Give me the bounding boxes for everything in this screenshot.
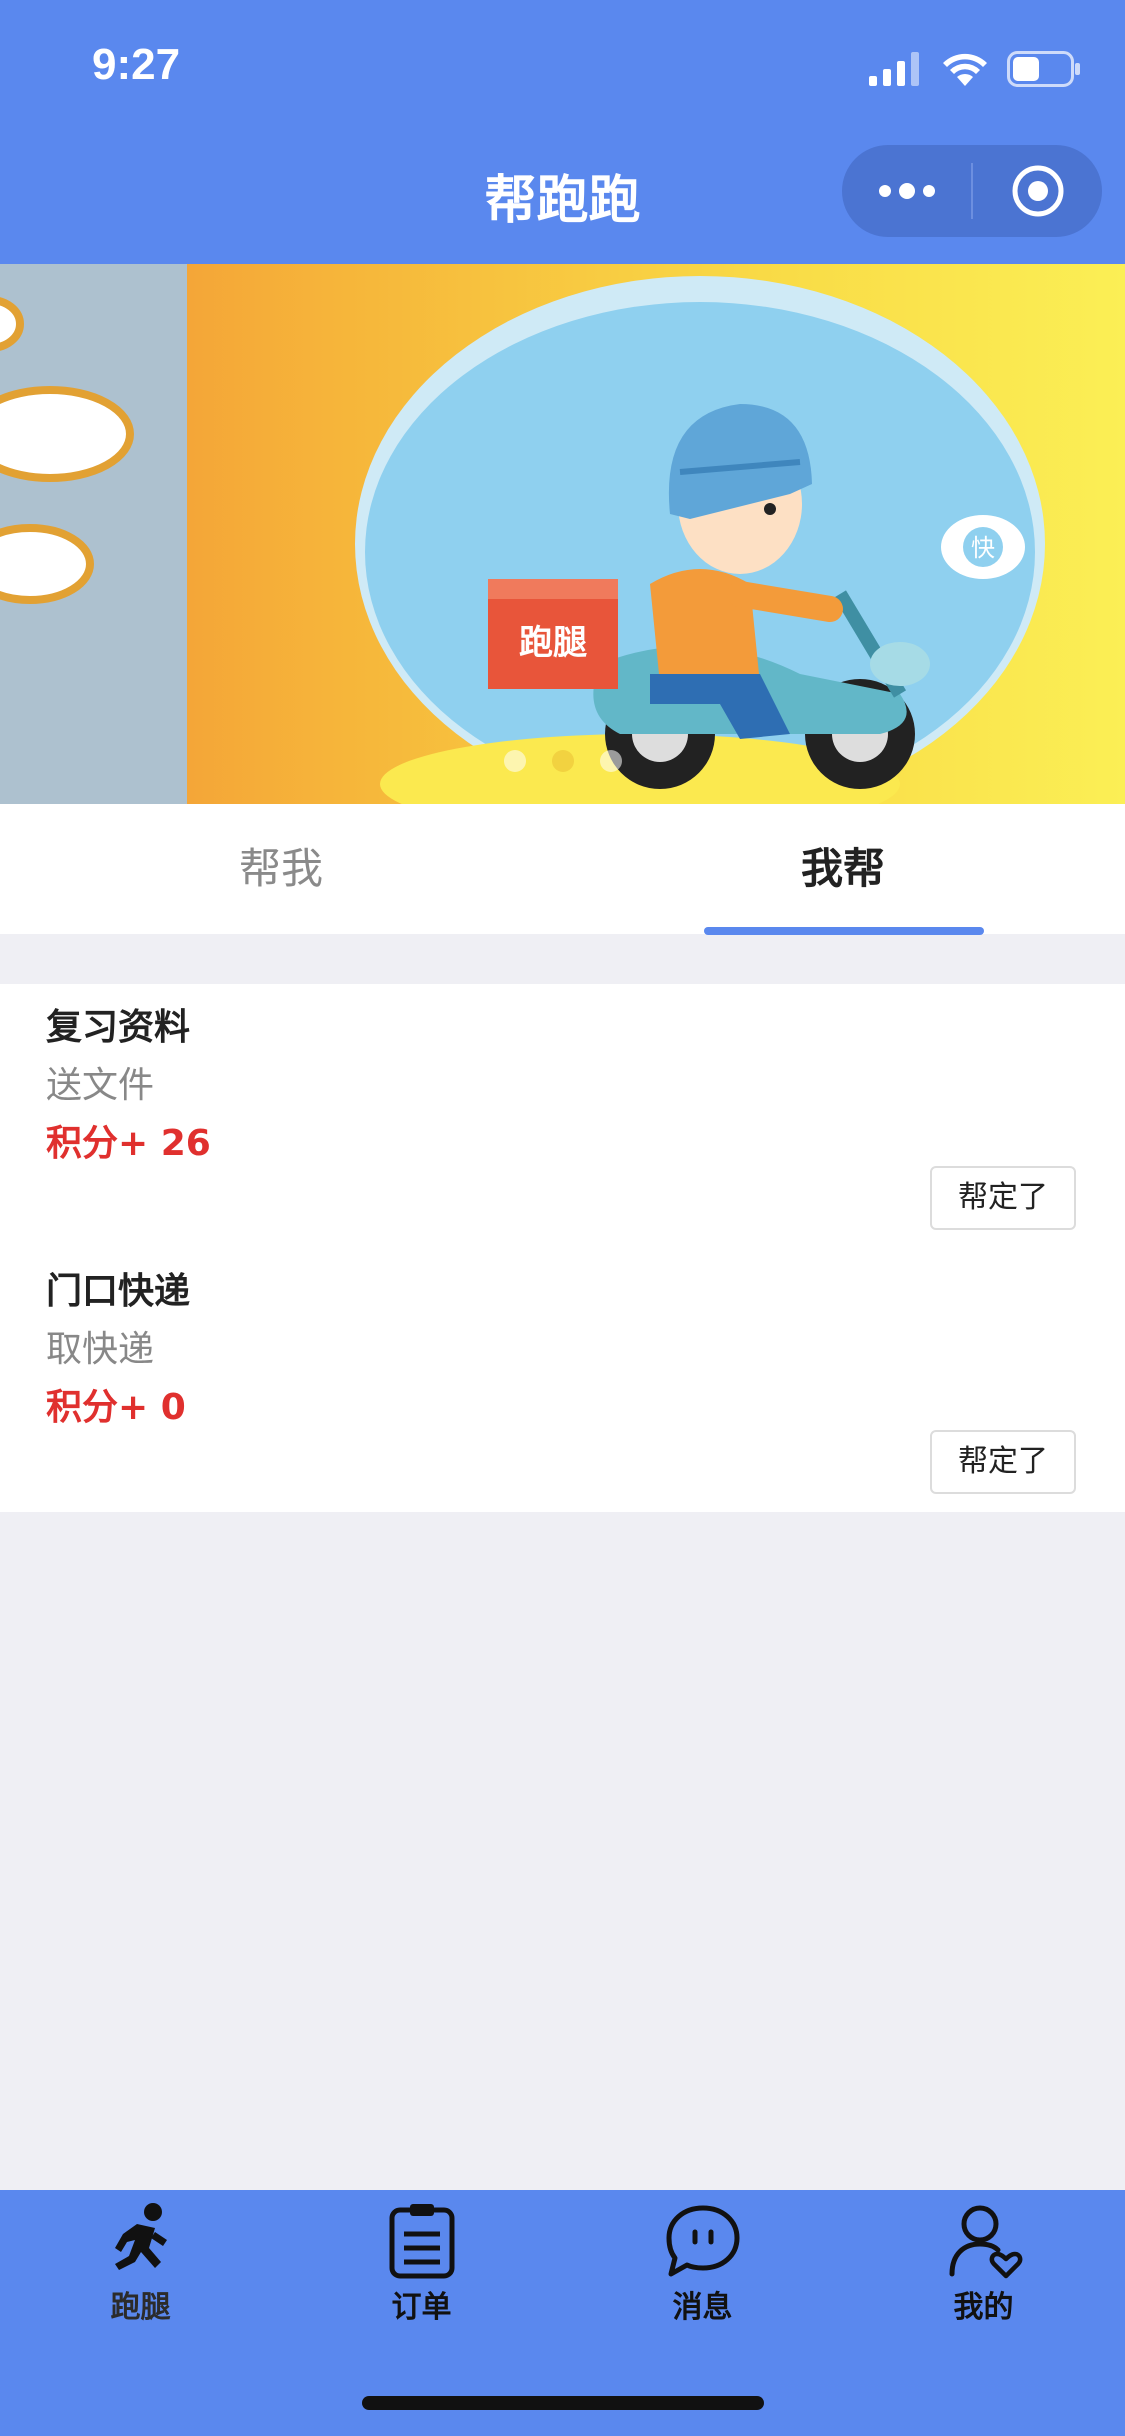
bubble-label: 快 bbox=[971, 534, 995, 562]
tabbar-label: 订单 bbox=[391, 2290, 452, 2325]
more-dots-icon bbox=[878, 183, 935, 199]
close-program-button[interactable] bbox=[973, 145, 1102, 237]
accept-order-button[interactable]: 帮定了 bbox=[930, 1430, 1076, 1494]
status-time: 9:27 bbox=[92, 40, 181, 89]
tabbar-item-messages[interactable]: 消息 bbox=[562, 2200, 843, 2330]
status-icons bbox=[869, 44, 1081, 94]
runner-icon bbox=[114, 2203, 167, 2270]
carousel-dot-active[interactable] bbox=[551, 750, 574, 772]
banner-carousel[interactable]: 跑腿 快 bbox=[0, 264, 1125, 804]
tab-help-me[interactable]: 帮我 bbox=[0, 804, 562, 934]
tab-i-help[interactable]: 我帮 bbox=[562, 804, 1124, 934]
list-item: 复习资料 送文件 积分+ 26 帮定了 bbox=[0, 984, 1125, 1248]
order-points: 积分+ 0 bbox=[46, 1387, 186, 1428]
chat-bubble-icon bbox=[666, 2205, 739, 2277]
order-title: 复习资料 bbox=[46, 1007, 191, 1048]
segment-tabs: 帮我 我帮 bbox=[0, 804, 1125, 935]
active-tab-indicator bbox=[704, 927, 984, 935]
user-heart-icon bbox=[949, 2205, 1022, 2279]
order-type: 送文件 bbox=[46, 1065, 155, 1106]
more-menu-button[interactable] bbox=[842, 145, 971, 237]
carousel-dots bbox=[0, 750, 1125, 772]
tabbar-label: 我的 bbox=[953, 2290, 1014, 2325]
tabbar-item-profile[interactable]: 我的 bbox=[843, 2200, 1124, 2330]
carousel-dot[interactable] bbox=[599, 750, 622, 772]
order-title: 门口快递 bbox=[46, 1271, 191, 1312]
cellular-signal-icon bbox=[869, 52, 919, 86]
order-points: 积分+ 26 bbox=[46, 1123, 211, 1164]
tabbar-label: 跑腿 bbox=[110, 2290, 171, 2325]
carousel-dot[interactable] bbox=[503, 750, 526, 772]
order-type: 取快递 bbox=[46, 1329, 155, 1370]
tabbar-item-orders[interactable]: 订单 bbox=[281, 2200, 562, 2330]
order-list: 复习资料 送文件 积分+ 26 帮定了 门口快递 取快递 积分+ 0 帮定了 bbox=[0, 984, 1125, 1512]
mini-program-capsule bbox=[842, 145, 1102, 237]
accept-order-button[interactable]: 帮定了 bbox=[930, 1166, 1076, 1230]
tabbar-label: 消息 bbox=[672, 2290, 733, 2325]
list-item: 门口快递 取快递 积分+ 0 帮定了 bbox=[0, 1248, 1125, 1512]
tabbar-item-errand[interactable]: 跑腿 bbox=[0, 2200, 281, 2330]
box-label: 跑腿 bbox=[519, 623, 587, 663]
battery-icon bbox=[1007, 51, 1080, 87]
clipboard-icon bbox=[389, 2204, 454, 2279]
header: 9:27 帮跑跑 bbox=[0, 0, 1125, 264]
delivery-rider-illustration: 跑腿 快 bbox=[355, 276, 1045, 804]
home-indicator[interactable] bbox=[362, 2396, 764, 2410]
target-circle-icon bbox=[1012, 165, 1063, 217]
wifi-icon bbox=[943, 53, 987, 86]
